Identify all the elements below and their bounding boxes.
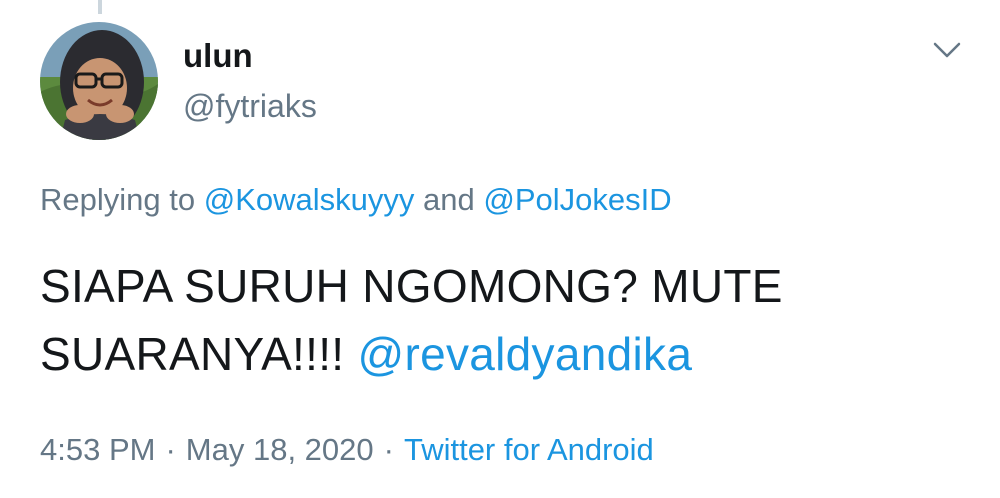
tweet-text-segment: SUARANYA!!!! [40, 328, 345, 380]
user-handle[interactable]: @fytriaks [183, 86, 317, 126]
tweet-card: ulun @fytriaks Replying to @Kowalskuyyy … [0, 0, 1000, 498]
tweet-text-line-2: SUARANYA!!!! @revaldyandika [40, 320, 970, 388]
avatar-image [40, 22, 158, 140]
meta-separator: · [165, 432, 176, 467]
meta-separator: · [383, 432, 394, 467]
tweet-date[interactable]: May 18, 2020 [186, 432, 374, 467]
reply-mention-link[interactable]: @PolJokesID [483, 182, 671, 217]
tweet-time[interactable]: 4:53 PM [40, 432, 155, 467]
tweet-meta: 4:53 PM · May 18, 2020 · Twitter for Android [40, 430, 654, 470]
thread-connector-line [98, 0, 102, 14]
tweet-text: SIAPA SURUH NGOMONG? MUTE SUARANYA!!!! @… [40, 252, 970, 388]
replying-to-line: Replying to @Kowalskuyyy and @PolJokesID [40, 180, 672, 220]
display-name[interactable]: ulun [183, 36, 317, 76]
avatar[interactable] [40, 22, 158, 140]
user-info: ulun @fytriaks [183, 36, 317, 126]
chevron-down-icon[interactable] [932, 38, 962, 62]
reply-mention-link[interactable]: @Kowalskuyyy [204, 182, 415, 217]
replying-to-label: Replying to [40, 182, 196, 217]
tweet-source-link[interactable]: Twitter for Android [404, 432, 654, 467]
tweet-mention-link[interactable]: @revaldyandika [357, 328, 692, 380]
replying-to-conjunction: and [423, 182, 475, 217]
tweet-text-line: SIAPA SURUH NGOMONG? MUTE [40, 260, 783, 312]
